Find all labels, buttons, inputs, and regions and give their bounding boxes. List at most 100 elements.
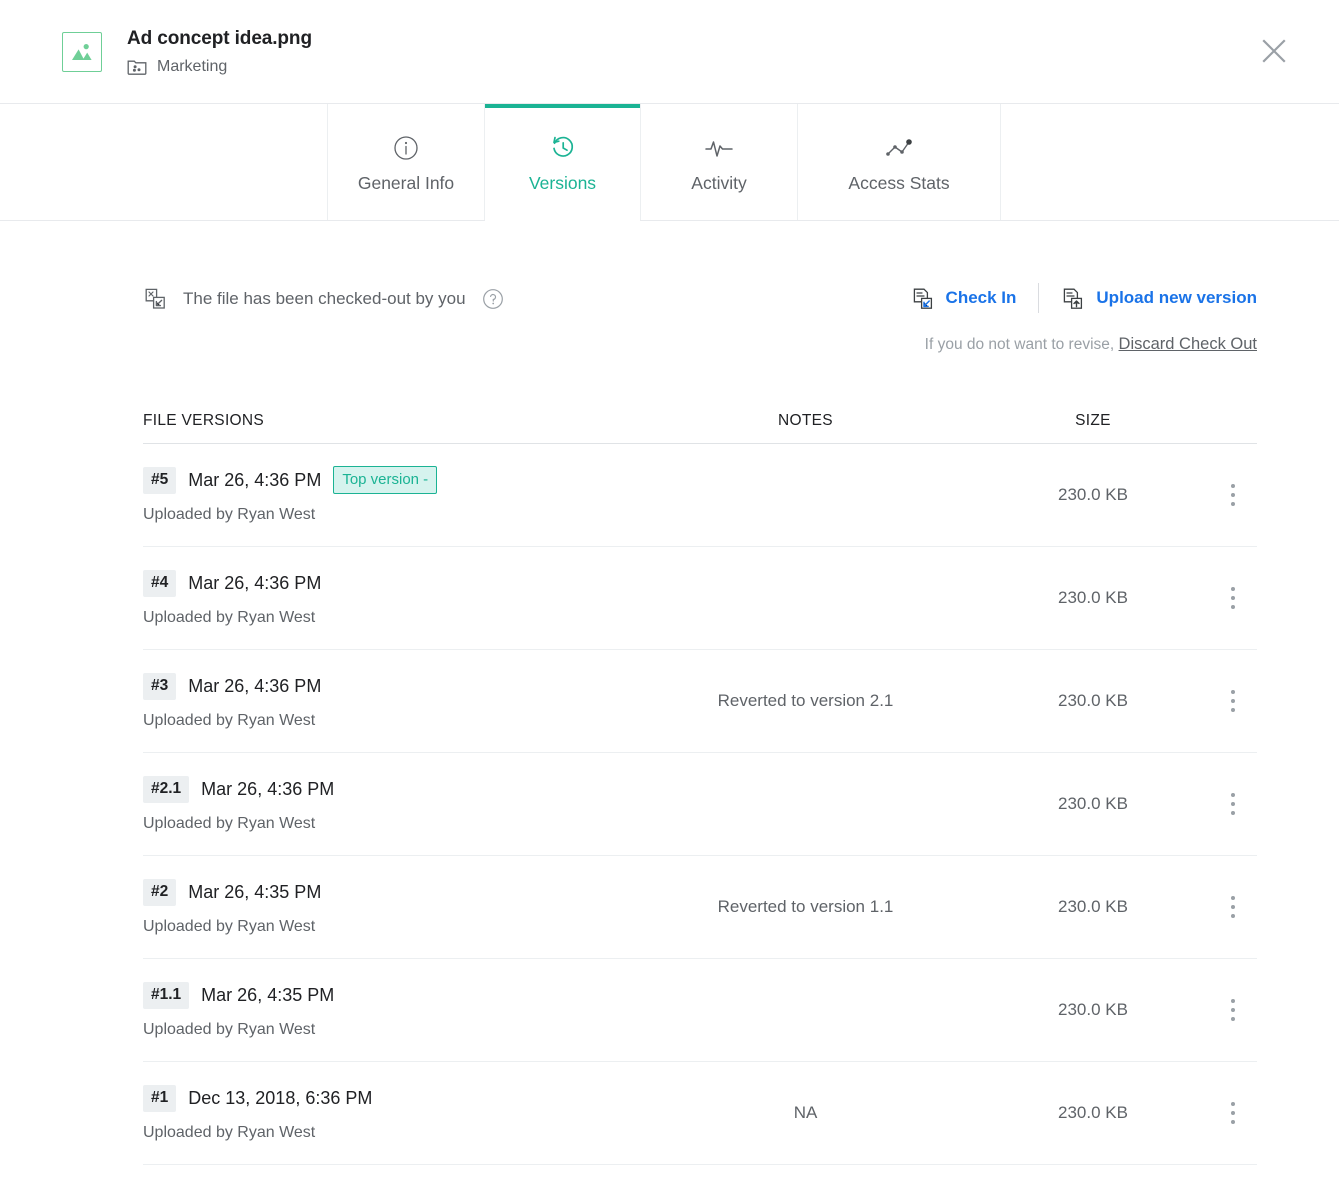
column-header-size: SIZE xyxy=(978,412,1208,430)
version-cell: #2.1 Mar 26, 4:36 PM Uploaded by Ryan We… xyxy=(143,776,633,833)
check-in-icon xyxy=(911,287,934,310)
version-date: Mar 26, 4:36 PM xyxy=(201,779,334,800)
kebab-menu-icon[interactable] xyxy=(1220,789,1246,819)
version-date: Mar 26, 4:36 PM xyxy=(188,573,321,594)
tab-access-stats-label: Access Stats xyxy=(848,173,949,193)
tab-activity[interactable]: Activity xyxy=(641,104,798,220)
version-size: 230.0 KB xyxy=(978,1000,1208,1020)
version-cell: #1.1 Mar 26, 4:35 PM Uploaded by Ryan We… xyxy=(143,982,633,1039)
tabbar-left-filler xyxy=(0,104,328,220)
version-number-chip: #5 xyxy=(143,467,176,494)
checkout-action-row: Check In Upload new version xyxy=(911,283,1257,313)
version-date: Mar 26, 4:36 PM xyxy=(188,470,321,491)
table-row[interactable]: #5 Mar 26, 4:36 PM Top version - Uploade… xyxy=(143,444,1257,547)
version-note: NA xyxy=(633,1103,978,1123)
tab-general-info[interactable]: General Info xyxy=(328,104,485,220)
version-uploader: Uploaded by Ryan West xyxy=(143,608,633,627)
version-number-chip: #2.1 xyxy=(143,776,189,803)
top-version-badge[interactable]: Top version - xyxy=(333,466,437,494)
kebab-menu-icon[interactable] xyxy=(1220,480,1246,510)
version-number-chip: #2 xyxy=(143,879,176,906)
version-size: 230.0 KB xyxy=(978,794,1208,814)
versions-table: FILE VERSIONS NOTES SIZE #5 Mar 26, 4:36… xyxy=(143,398,1257,1165)
kebab-menu-icon[interactable] xyxy=(1220,686,1246,716)
history-clock-icon xyxy=(549,131,577,161)
version-uploader: Uploaded by Ryan West xyxy=(143,917,633,936)
info-circle-icon xyxy=(393,131,419,161)
revise-note-text: If you do not want to revise, xyxy=(925,336,1115,353)
version-uploader: Uploaded by Ryan West xyxy=(143,1123,633,1142)
version-size: 230.0 KB xyxy=(978,485,1208,505)
version-size: 230.0 KB xyxy=(978,691,1208,711)
version-number-chip: #4 xyxy=(143,570,176,597)
file-name: Ad concept idea.png xyxy=(127,28,312,50)
table-row[interactable]: #2 Mar 26, 4:35 PM Uploaded by Ryan West… xyxy=(143,856,1257,959)
discard-check-out-link[interactable]: Discard Check Out xyxy=(1119,335,1257,353)
tab-versions-label: Versions xyxy=(529,173,596,193)
pulse-icon xyxy=(704,131,734,161)
version-date: Mar 26, 4:36 PM xyxy=(188,676,321,697)
version-number-chip: #1.1 xyxy=(143,982,189,1009)
folder-name: Marketing xyxy=(157,58,227,76)
tab-general-info-label: General Info xyxy=(358,173,454,193)
checkout-status: The file has been checked-out by you xyxy=(143,283,504,311)
image-file-icon xyxy=(62,32,102,72)
version-cell: #5 Mar 26, 4:36 PM Top version - Uploade… xyxy=(143,466,633,524)
tab-versions[interactable]: Versions xyxy=(484,104,641,220)
version-number-chip: #3 xyxy=(143,673,176,700)
kebab-menu-icon[interactable] xyxy=(1220,892,1246,922)
versions-table-header: FILE VERSIONS NOTES SIZE xyxy=(143,398,1257,444)
tabbar-right-filler xyxy=(1000,104,1339,220)
table-row[interactable]: #4 Mar 26, 4:36 PM Uploaded by Ryan West… xyxy=(143,547,1257,650)
tab-access-stats[interactable]: Access Stats xyxy=(798,104,1001,220)
file-detail-header: Ad concept idea.png Marketing xyxy=(0,0,1339,104)
detail-tabs: General Info Versions Activity xyxy=(0,104,1339,221)
version-cell: #2 Mar 26, 4:35 PM Uploaded by Ryan West xyxy=(143,879,633,936)
version-note: Reverted to version 1.1 xyxy=(633,897,978,917)
column-header-notes: NOTES xyxy=(633,412,978,430)
checkout-actions: Check In Upload new version xyxy=(911,283,1257,354)
folder-icon xyxy=(127,58,147,75)
version-cell: #1 Dec 13, 2018, 6:36 PM Uploaded by Rya… xyxy=(143,1085,633,1142)
table-row[interactable]: #1 Dec 13, 2018, 6:36 PM Uploaded by Rya… xyxy=(143,1062,1257,1165)
table-row[interactable]: #3 Mar 26, 4:36 PM Uploaded by Ryan West… xyxy=(143,650,1257,753)
version-cell: #3 Mar 26, 4:36 PM Uploaded by Ryan West xyxy=(143,673,633,730)
upload-new-version-button[interactable]: Upload new version xyxy=(1061,287,1257,310)
check-in-label: Check In xyxy=(946,288,1017,308)
versions-panel: The file has been checked-out by you xyxy=(0,221,1339,1165)
file-header-text: Ad concept idea.png Marketing xyxy=(127,28,312,76)
help-circle-icon[interactable] xyxy=(482,288,504,310)
kebab-menu-icon[interactable] xyxy=(1220,1098,1246,1128)
version-uploader: Uploaded by Ryan West xyxy=(143,814,633,833)
table-row[interactable]: #2.1 Mar 26, 4:36 PM Uploaded by Ryan We… xyxy=(143,753,1257,856)
version-number-chip: #1 xyxy=(143,1085,176,1112)
version-date: Mar 26, 4:35 PM xyxy=(188,882,321,903)
version-cell: #4 Mar 26, 4:36 PM Uploaded by Ryan West xyxy=(143,570,633,627)
folder-breadcrumb[interactable]: Marketing xyxy=(127,58,312,76)
kebab-menu-icon[interactable] xyxy=(1220,995,1246,1025)
version-note: Reverted to version 2.1 xyxy=(633,691,978,711)
upload-new-version-label: Upload new version xyxy=(1096,288,1257,308)
version-uploader: Uploaded by Ryan West xyxy=(143,711,633,730)
upload-version-icon xyxy=(1061,287,1084,310)
table-row[interactable]: #1.1 Mar 26, 4:35 PM Uploaded by Ryan We… xyxy=(143,959,1257,1062)
version-size: 230.0 KB xyxy=(978,897,1208,917)
checkout-message: The file has been checked-out by you xyxy=(183,289,466,309)
version-uploader: Uploaded by Ryan West xyxy=(143,505,633,524)
tab-activity-label: Activity xyxy=(691,173,746,193)
versions-table-body: #5 Mar 26, 4:36 PM Top version - Uploade… xyxy=(143,444,1257,1165)
version-uploader: Uploaded by Ryan West xyxy=(143,1020,633,1039)
version-date: Mar 26, 4:35 PM xyxy=(201,985,334,1006)
column-header-file-versions: FILE VERSIONS xyxy=(143,412,633,430)
version-size: 230.0 KB xyxy=(978,588,1208,608)
checked-out-file-icon xyxy=(143,287,167,311)
revise-note: If you do not want to revise, Discard Ch… xyxy=(925,335,1257,354)
action-divider xyxy=(1038,283,1039,313)
checkout-bar: The file has been checked-out by you xyxy=(143,221,1257,354)
kebab-menu-icon[interactable] xyxy=(1220,583,1246,613)
scatter-graph-icon xyxy=(884,131,914,161)
version-size: 230.0 KB xyxy=(978,1103,1208,1123)
check-in-button[interactable]: Check In xyxy=(911,287,1017,310)
version-date: Dec 13, 2018, 6:36 PM xyxy=(188,1088,372,1109)
close-icon[interactable] xyxy=(1259,36,1289,66)
